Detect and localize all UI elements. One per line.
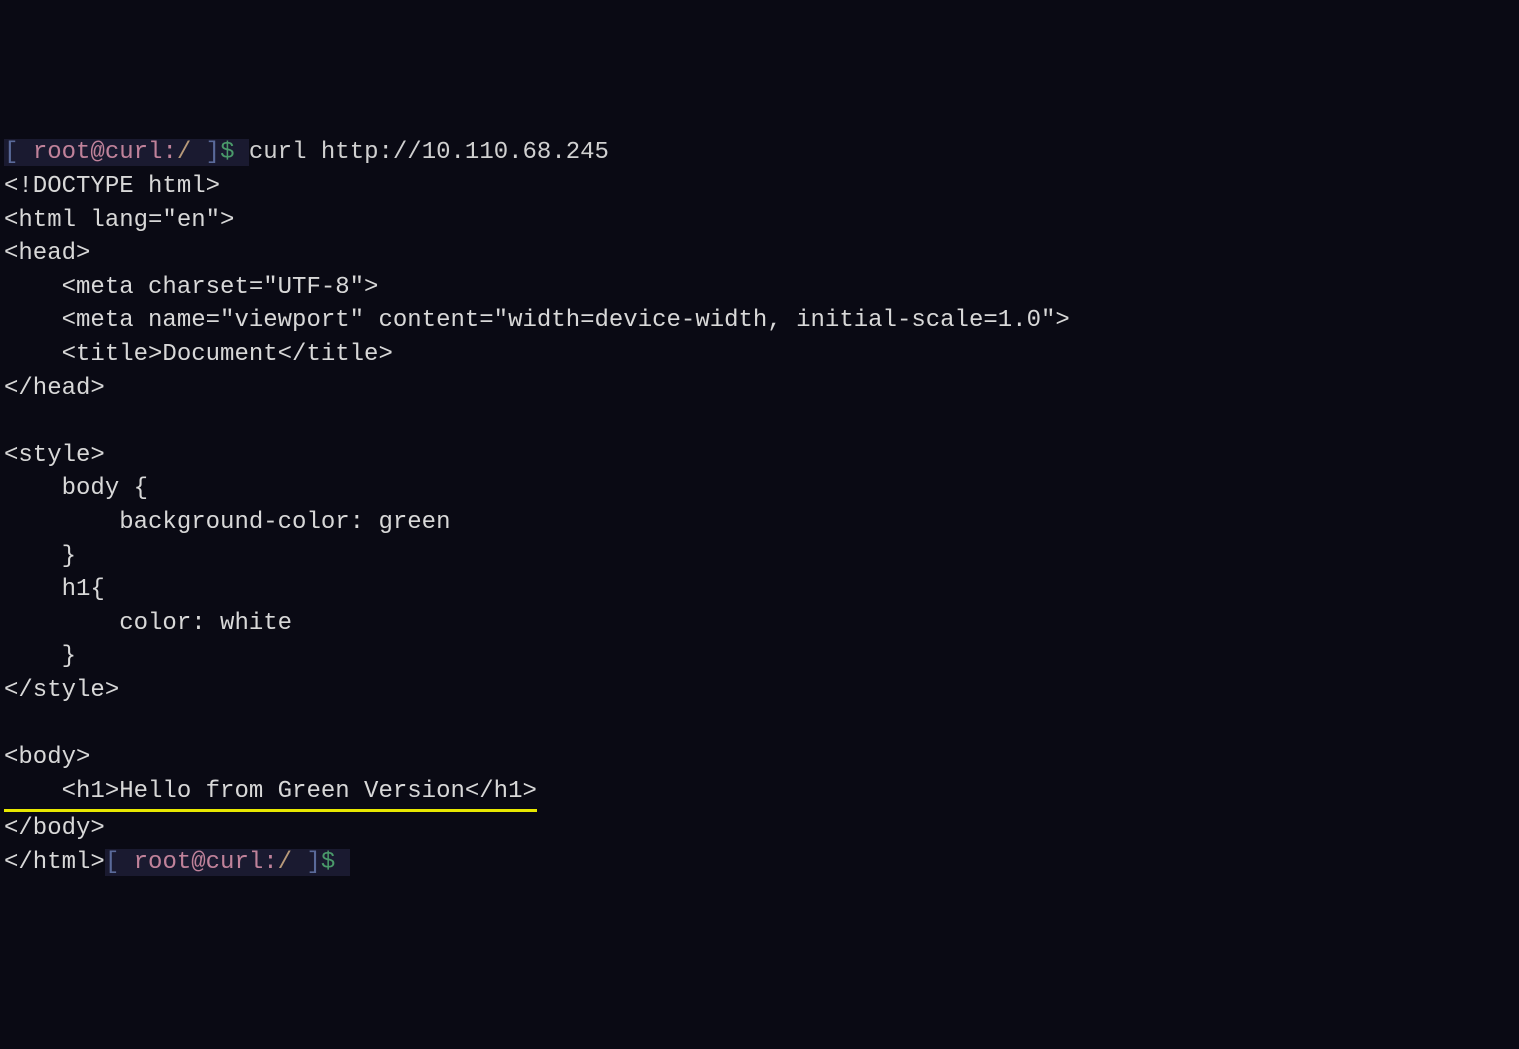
command-input[interactable]: curl http://10.110.68.245 <box>249 139 609 166</box>
terminal-window[interactable]: [ root@curl:/ ]$ curl http://10.110.68.2… <box>0 134 1519 881</box>
output-line-4: <meta charset="UTF-8"> <box>4 274 378 301</box>
output-line-11: background-color: green <box>4 509 450 536</box>
prompt-user: root <box>33 139 91 166</box>
output-line-2: <html lang="en"> <box>4 207 234 234</box>
output-line-7: </head> <box>4 375 105 402</box>
prompt-bracket-close: ] <box>191 139 220 166</box>
prompt-bracket-close: ] <box>292 849 321 876</box>
output-line-13: h1{ <box>4 576 105 603</box>
output-line-21: </html> <box>4 849 105 876</box>
prompt-dollar: $ <box>321 849 350 876</box>
output-line-1: <!DOCTYPE html> <box>4 173 220 200</box>
prompt-bracket-open: [ <box>4 139 33 166</box>
prompt-2: [ root@curl:/ ]$ <box>105 849 350 876</box>
prompt-host: curl <box>105 139 163 166</box>
output-line-9: <style> <box>4 442 105 469</box>
prompt-1: [ root@curl:/ ]$ <box>4 139 249 166</box>
output-line-12: } <box>4 543 76 570</box>
output-line-3: <head> <box>4 240 90 267</box>
output-line-15: } <box>4 643 76 670</box>
output-line-19-highlighted: <h1>Hello from Green Version</h1> <box>4 775 537 813</box>
output-line-16: </style> <box>4 677 119 704</box>
prompt-user: root <box>134 849 192 876</box>
prompt-bracket-open: [ <box>105 849 134 876</box>
prompt-colon: : <box>263 849 277 876</box>
output-line-14: color: white <box>4 610 292 637</box>
prompt-host: curl <box>206 849 264 876</box>
prompt-path: / <box>278 849 292 876</box>
output-line-10: body { <box>4 475 148 502</box>
output-line-6: <title>Document</title> <box>4 341 393 368</box>
prompt-path: / <box>177 139 191 166</box>
output-line-20: </body> <box>4 815 105 842</box>
output-line-18: <body> <box>4 744 90 771</box>
prompt-dollar: $ <box>220 139 249 166</box>
prompt-colon: : <box>162 139 176 166</box>
output-line-5: <meta name="viewport" content="width=dev… <box>4 307 1070 334</box>
prompt-at: @ <box>191 849 205 876</box>
prompt-at: @ <box>90 139 104 166</box>
